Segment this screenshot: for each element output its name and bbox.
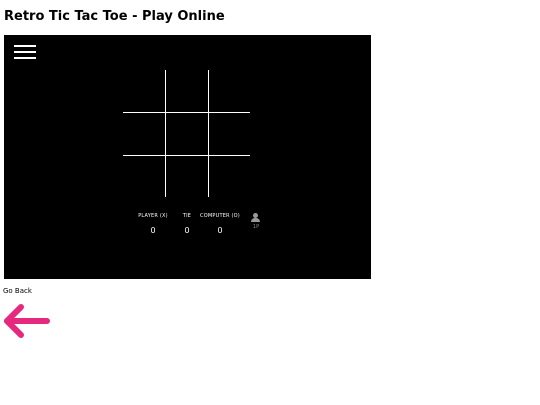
tie-score: 0: [184, 226, 190, 235]
board-cell-3[interactable]: [209, 70, 251, 112]
player-score-panel: PLAYER (X) 0: [133, 213, 173, 235]
game-board: [123, 70, 250, 197]
tie-score-panel: TIE 0: [176, 213, 198, 235]
board-cell-2[interactable]: [166, 70, 208, 112]
player-label: PLAYER (X): [138, 213, 168, 219]
board-cell-9[interactable]: [209, 156, 251, 198]
board-cell-5[interactable]: [166, 113, 208, 155]
board-cell-1[interactable]: [123, 70, 165, 112]
computer-score: 0: [217, 226, 223, 235]
board-cell-8[interactable]: [166, 156, 208, 198]
computer-label: COMPUTER (O): [200, 213, 240, 219]
page-title: Retro Tic Tac Toe - Play Online: [4, 9, 225, 24]
computer-score-panel: COMPUTER (O) 0: [197, 213, 243, 235]
player-score: 0: [150, 226, 156, 235]
game-frame: PLAYER (X) 0 TIE 0 COMPUTER (O) 0 1P: [4, 35, 371, 279]
hamburger-menu-icon[interactable]: [14, 44, 36, 60]
scoreboard: PLAYER (X) 0 TIE 0 COMPUTER (O) 0: [4, 213, 371, 243]
board-cell-6[interactable]: [209, 113, 251, 155]
tie-label: TIE: [182, 213, 192, 219]
player-mode-label: 1P: [252, 224, 260, 230]
go-back-link[interactable]: Go Back: [3, 287, 32, 295]
player-mode-toggle[interactable]: 1P: [248, 211, 264, 235]
board-cell-7[interactable]: [123, 156, 165, 198]
arrow-left-icon[interactable]: [3, 302, 51, 342]
board-cell-4[interactable]: [123, 113, 165, 155]
